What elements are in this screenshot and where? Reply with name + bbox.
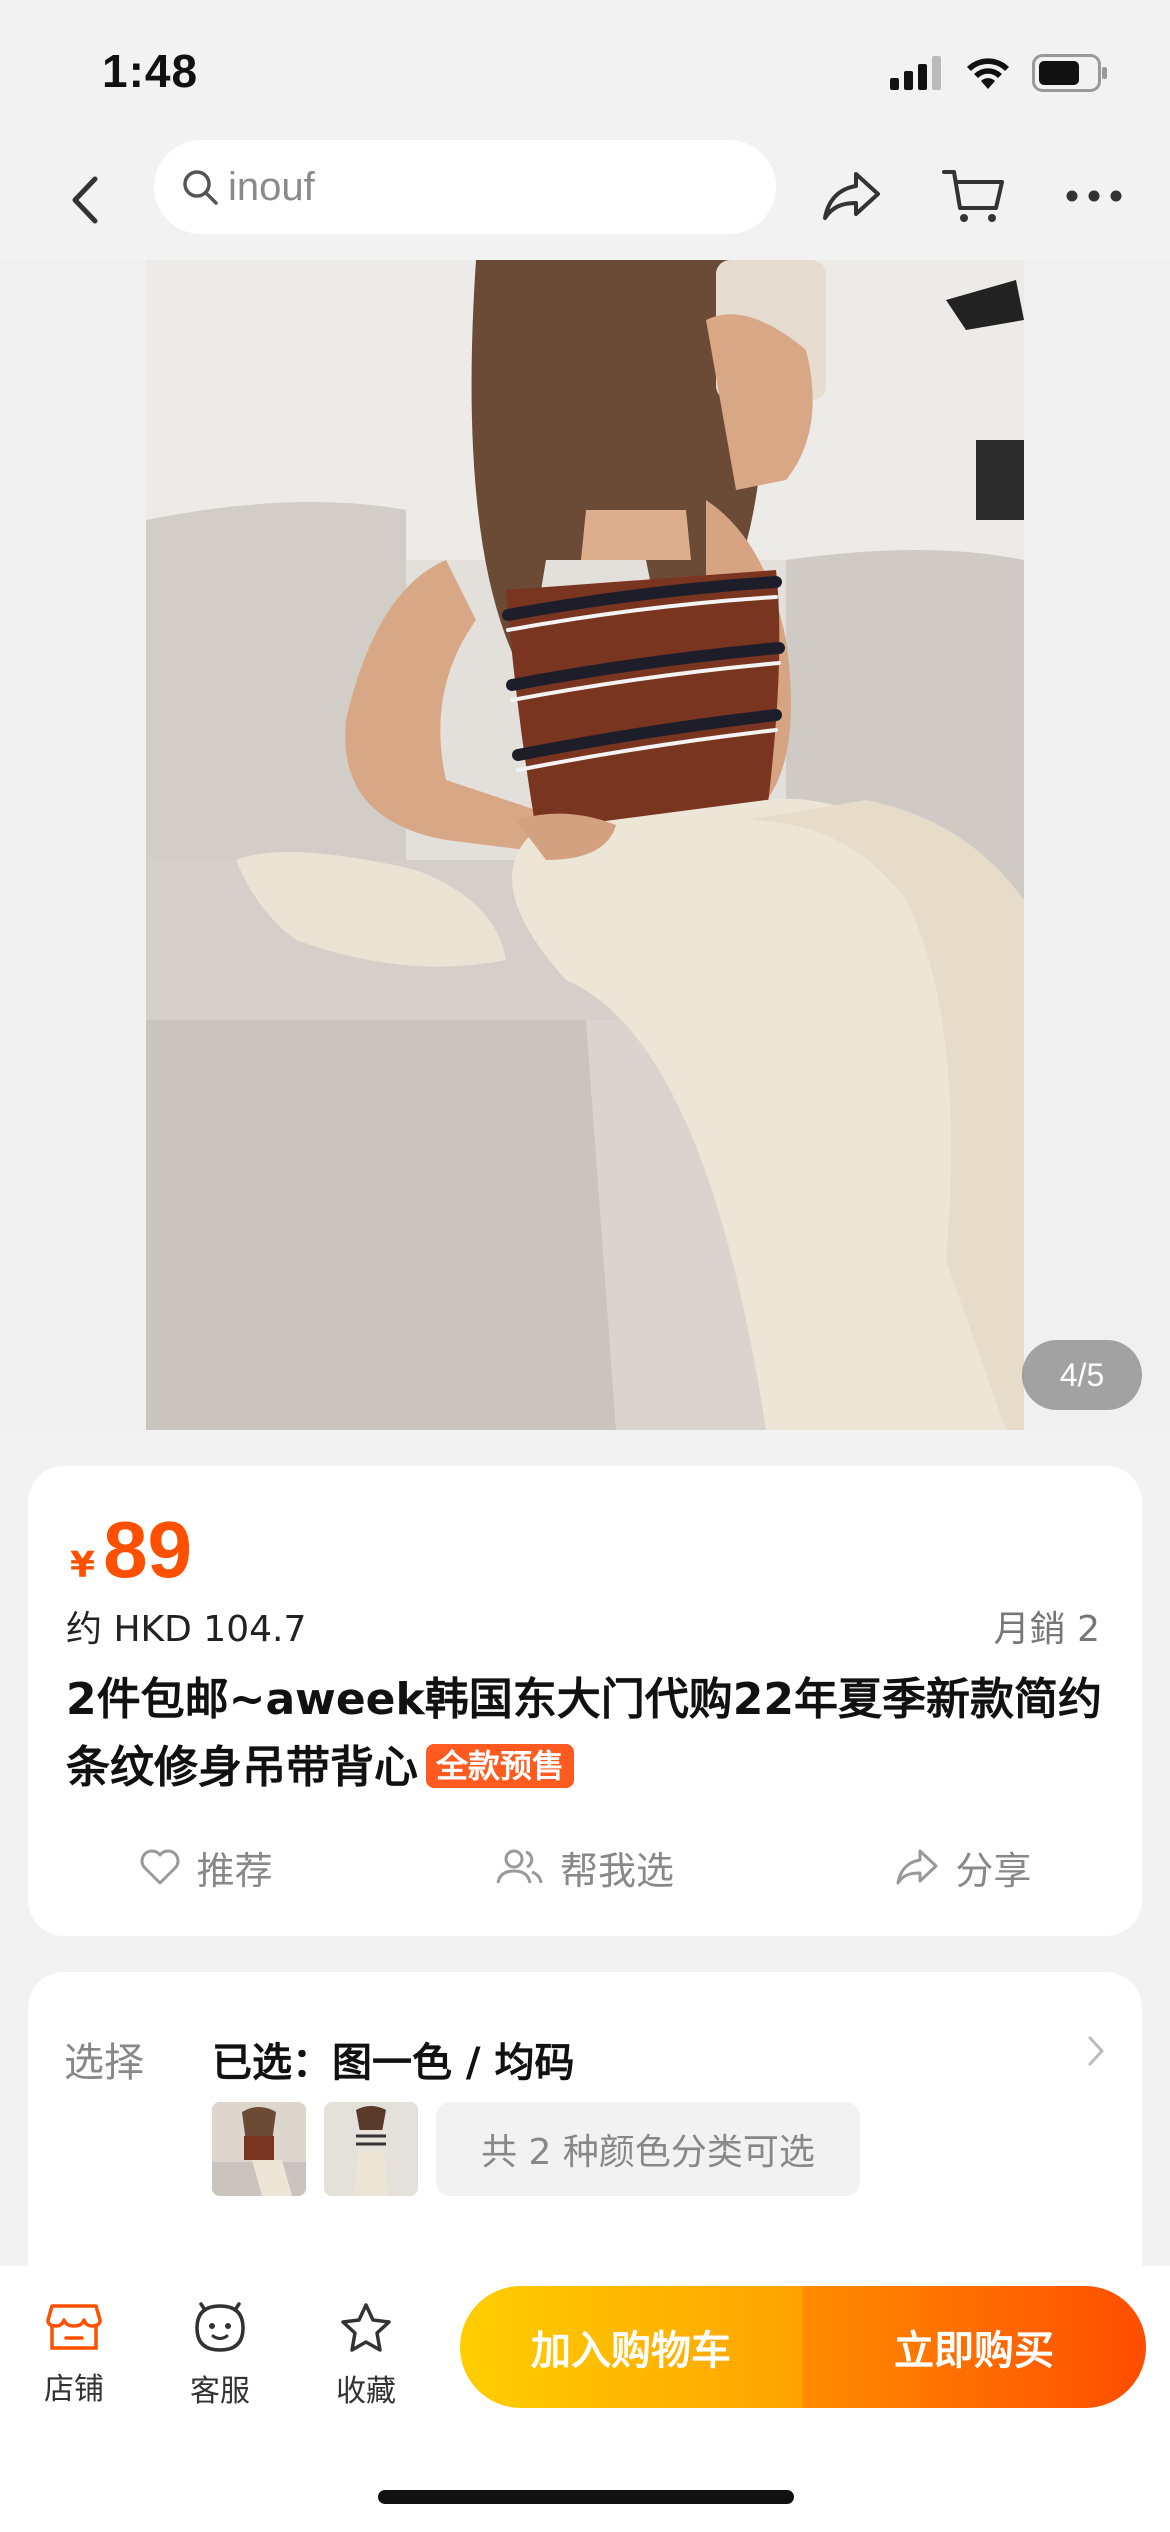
buy-now-button[interactable]: 立即购买 [802, 2286, 1146, 2408]
back-button[interactable] [54, 170, 114, 230]
share-icon [823, 172, 880, 220]
price-value: 89 [103, 1505, 193, 1594]
battery-icon [1032, 54, 1107, 92]
variant-thumbnail[interactable] [212, 2102, 306, 2196]
service-label: 客服 [190, 2374, 250, 2409]
product-photo [146, 260, 1024, 1430]
service-icon [195, 2302, 245, 2352]
color-options-count[interactable]: 共 2 种颜色分类可选 [436, 2102, 860, 2196]
share-action-button[interactable]: 分享 [895, 1840, 1031, 1895]
search-icon [178, 165, 222, 209]
recommend-label: 推荐 [196, 1848, 273, 1893]
favorite-button[interactable]: 收藏 [306, 2302, 426, 2410]
monthly-sales: 月銷 2 [993, 1609, 1100, 1650]
share-icon [896, 1849, 938, 1885]
product-actions: 推荐 帮我选 分享 [28, 1832, 1142, 1902]
status-icons [890, 54, 1108, 92]
wifi-icon [967, 58, 1009, 89]
product-info-card: ¥ 89 约 HKD 104.7 月銷 2 2件包邮~aweek韩国东大门代购2… [28, 1466, 1142, 1936]
more-icon [1066, 190, 1122, 202]
recommend-button[interactable]: 推荐 [139, 1840, 273, 1895]
converted-price: 约 HKD 104.7 [66, 1609, 307, 1650]
currency-symbol: ¥ [70, 1545, 96, 1586]
cellular-signal-icon [890, 56, 941, 90]
cart-button[interactable] [938, 160, 1010, 232]
favorite-label: 收藏 [336, 2374, 396, 2409]
variant-thumbnail[interactable] [324, 2102, 418, 2196]
cart-icon [942, 170, 1004, 222]
search-query: inouf [228, 164, 315, 209]
selected-variant: 已选：图一色 / 均码 [212, 2040, 575, 2086]
add-to-cart-button[interactable]: 加入购物车 [460, 2286, 802, 2408]
share-label: 分享 [955, 1848, 1032, 1893]
help-choose-button[interactable]: 帮我选 [494, 1840, 674, 1895]
people-icon [496, 1849, 543, 1884]
status-bar: 1:48 [0, 0, 1170, 140]
customer-service-button[interactable]: 客服 [160, 2302, 280, 2410]
top-nav: inouf [0, 140, 1170, 260]
search-bar[interactable]: inouf [154, 140, 776, 234]
heart-icon [140, 1849, 180, 1885]
presale-badge: 全款预售 [426, 1744, 575, 1788]
home-indicator [378, 2490, 794, 2504]
selection-label: 选择 [64, 2040, 144, 2086]
star-icon [341, 2303, 391, 2352]
chevron-right-icon [1086, 2034, 1106, 2072]
store-label: 店铺 [44, 2372, 104, 2407]
share-button[interactable] [816, 160, 888, 232]
store-icon [46, 2304, 102, 2350]
product-title: 2件包邮~aweek韩国东大门代购22年夏季新款简约条纹修身吊带背心 全款预售 [66, 1666, 1106, 1802]
gallery-counter: 4/5 [1022, 1340, 1142, 1410]
product-price: ¥ 89 [70, 1504, 192, 1596]
store-button[interactable]: 店铺 [14, 2302, 134, 2408]
chevron-left-icon [72, 176, 98, 224]
product-gallery[interactable]: 4/5 [0, 260, 1170, 1430]
product-title-text: 2件包邮~aweek韩国东大门代购22年夏季新款简约条纹修身吊带背心 [66, 1674, 1102, 1793]
status-time: 1:48 [102, 45, 199, 97]
more-button[interactable] [1058, 160, 1130, 232]
help-choose-label: 帮我选 [559, 1848, 674, 1893]
